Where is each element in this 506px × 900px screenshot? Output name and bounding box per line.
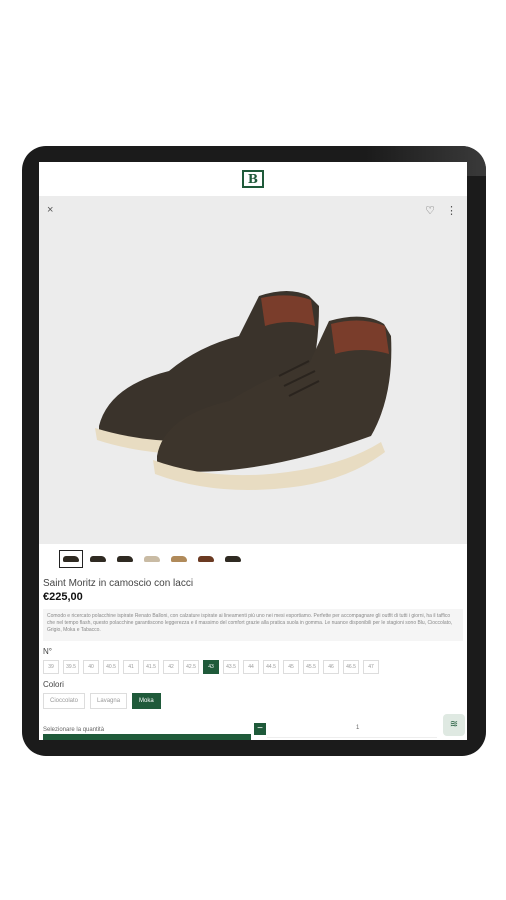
quantity-minus-button[interactable]: − <box>254 723 266 735</box>
size-option[interactable]: 45 <box>283 660 299 674</box>
size-option[interactable]: 40 <box>83 660 99 674</box>
size-option[interactable]: 41.5 <box>143 660 159 674</box>
size-option[interactable]: 42 <box>163 660 179 674</box>
size-option[interactable]: 41 <box>123 660 139 674</box>
color-option-selected[interactable]: Moka <box>132 693 161 709</box>
color-selector: Cioccolato Lavagna Moka <box>39 693 467 709</box>
thumbnail-7[interactable] <box>221 550 245 568</box>
thumbnail-6[interactable] <box>194 550 218 568</box>
thumbnail-strip <box>39 544 467 574</box>
size-option[interactable]: 42.5 <box>183 660 199 674</box>
product-image: × ♡ ⋮ <box>39 196 467 544</box>
more-icon[interactable]: ⋮ <box>446 204 457 217</box>
size-option[interactable]: 40.5 <box>103 660 119 674</box>
shoe-image <box>95 291 392 490</box>
top-bar: B <box>39 162 467 196</box>
color-option[interactable]: Cioccolato <box>43 693 86 709</box>
quantity-label: Selezionare la quantità <box>43 727 105 733</box>
size-option[interactable]: 46.5 <box>343 660 359 674</box>
size-option[interactable]: 46 <box>323 660 339 674</box>
quantity-divider <box>267 737 437 738</box>
size-option[interactable]: 39.5 <box>63 660 79 674</box>
size-label: N° <box>43 647 52 656</box>
close-icon[interactable]: × <box>47 204 53 216</box>
size-option[interactable]: 45.5 <box>303 660 319 674</box>
thumbnail-4[interactable] <box>140 550 164 568</box>
add-to-cart-button[interactable] <box>43 734 251 740</box>
size-option[interactable]: 43.5 <box>223 660 239 674</box>
product-description: Comodo e ricercato polacchine ispirate R… <box>43 609 463 641</box>
color-option[interactable]: Lavagna <box>90 693 128 709</box>
thumbnail-2[interactable] <box>86 550 110 568</box>
size-selector: 39 39.5 40 40.5 41 41.5 42 42.5 43 43.5 … <box>39 660 467 674</box>
size-option-selected[interactable]: 43 <box>203 660 219 674</box>
size-option[interactable]: 39 <box>43 660 59 674</box>
product-title: Saint Moritz in camoscio con lacci <box>43 578 194 589</box>
thumbnail-3[interactable] <box>113 550 137 568</box>
product-price: €225,00 <box>43 591 83 603</box>
app-screen: B × ♡ ⋮ Saint Moritz in camoscio con lac… <box>39 162 467 740</box>
brand-logo[interactable]: B <box>242 170 264 188</box>
size-option[interactable]: 44 <box>243 660 259 674</box>
size-option[interactable]: 47 <box>363 660 379 674</box>
thumbnail-1[interactable] <box>59 550 83 568</box>
thumbnail-5[interactable] <box>167 550 191 568</box>
filter-fab-icon[interactable]: ≋ <box>443 714 465 736</box>
size-option[interactable]: 44.5 <box>263 660 279 674</box>
color-label: Colori <box>43 680 64 689</box>
favorite-icon[interactable]: ♡ <box>425 204 435 217</box>
quantity-value[interactable]: 1 <box>356 725 359 731</box>
